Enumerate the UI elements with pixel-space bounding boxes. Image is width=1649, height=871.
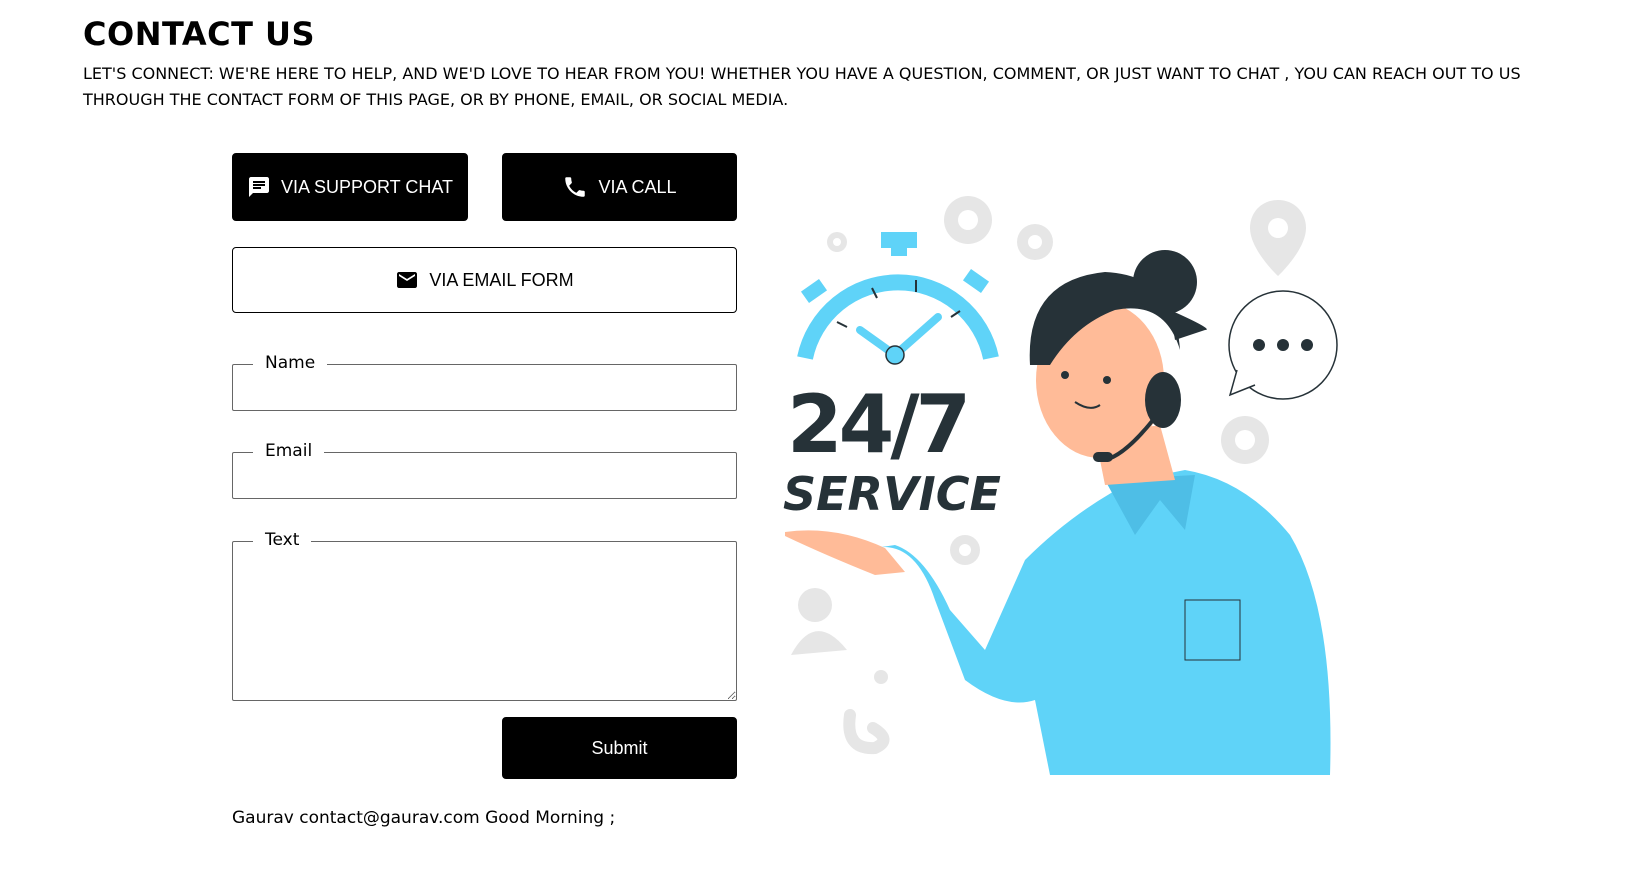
intro-text: LET'S CONNECT: WE'RE HERE TO HELP, AND W… xyxy=(83,64,1521,109)
name-legend: Name xyxy=(253,352,328,374)
support-chat-label: VIA SUPPORT CHAT xyxy=(280,176,454,197)
hand xyxy=(785,530,905,575)
mail-icon xyxy=(395,268,419,292)
submit-button[interactable]: Submit xyxy=(502,717,737,779)
support-chat-button[interactable]: VIA SUPPORT CHAT xyxy=(232,153,468,221)
support-agent-illustration: 24/7 SERVICE xyxy=(783,196,1338,775)
submission-summary: Gaurav contact@gaurav.com Good Morning ; xyxy=(232,808,616,828)
message-textarea[interactable] xyxy=(233,542,736,700)
email-fieldset: Email xyxy=(232,440,737,499)
call-button[interactable]: VIA CALL xyxy=(502,153,737,221)
location-pin-icon xyxy=(1250,200,1306,276)
speech-bubble-icon xyxy=(1228,290,1338,400)
chat-icon xyxy=(247,175,271,199)
user-icon xyxy=(791,588,847,655)
email-legend: Email xyxy=(253,440,325,462)
text-legend: Text xyxy=(253,529,312,551)
email-form-button[interactable]: VIA EMAIL FORM xyxy=(232,247,737,313)
stopwatch-icon xyxy=(797,232,999,365)
badge-word: SERVICE xyxy=(783,467,1001,521)
name-fieldset: Name xyxy=(232,352,737,411)
call-label: VIA CALL xyxy=(598,176,677,197)
email-form-label: VIA EMAIL FORM xyxy=(429,269,574,290)
text-fieldset: Text xyxy=(232,529,737,701)
question-mark-icon xyxy=(843,670,890,755)
page-title: CONTACT US xyxy=(83,15,316,53)
badge-number: 24/7 xyxy=(787,378,967,471)
phone-icon xyxy=(562,174,588,200)
